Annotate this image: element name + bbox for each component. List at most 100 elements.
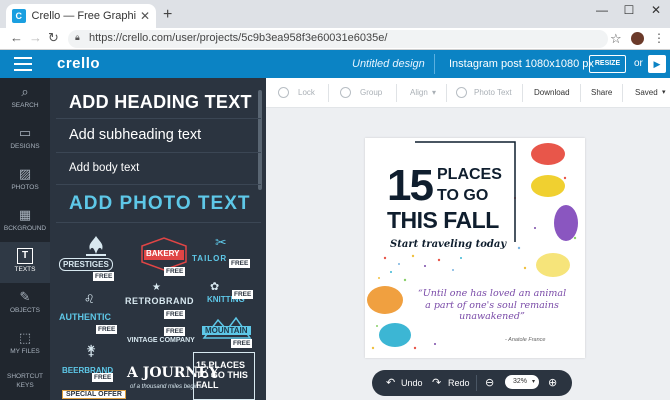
pet-purple — [554, 205, 578, 241]
group-button[interactable]: Group — [360, 88, 382, 97]
browser-menu-icon[interactable]: ⋮ — [653, 31, 665, 45]
divider — [580, 84, 581, 102]
quote-author[interactable]: - Anatole France — [505, 337, 545, 343]
free-badge: FREE — [164, 327, 186, 336]
crello-logo[interactable]: crello — [57, 55, 100, 72]
title-line-2[interactable]: TO GO — [437, 187, 488, 205]
lock-icon — [278, 87, 289, 98]
free-badge: FREE — [96, 325, 118, 334]
tab-title: Crello — Free Graphic Design So — [31, 10, 136, 22]
photo-text-button[interactable]: Photo Text — [474, 88, 512, 97]
profile-avatar[interactable] — [631, 32, 644, 45]
objects-icon: ✎ — [19, 289, 31, 304]
browser-tab-bar: C Crello — Free Graphic Design So ✕ + — … — [0, 0, 670, 28]
browser-tab[interactable]: C Crello — Free Graphic Design So ✕ — [6, 4, 156, 28]
new-tab-icon[interactable]: + — [163, 6, 172, 24]
pet-yellow — [531, 175, 565, 197]
lock-icon: 🔒︎ — [75, 32, 80, 42]
bottom-toolbar: ↶ Undo ↷ Redo ⊖ ⊕ — [372, 370, 572, 396]
share-button[interactable]: Share — [591, 88, 612, 97]
title-line-3[interactable]: THIS FALL — [387, 208, 499, 232]
divider — [622, 84, 623, 102]
yarn-icon: ✿ — [210, 281, 220, 293]
designs-icon: ▭ — [18, 125, 32, 140]
forward-icon[interactable]: → — [29, 30, 42, 45]
nav-item-photos[interactable]: ▨ PHOTOS — [0, 160, 50, 201]
nav-label: SHORTCUT KEYS — [7, 373, 43, 389]
nav-item-background[interactable]: ▦ BCKGROUND — [0, 201, 50, 242]
reload-icon[interactable]: ↻ — [48, 30, 59, 46]
minimize-icon[interactable]: — — [592, 3, 612, 17]
pet-red — [531, 143, 565, 165]
undo-button[interactable]: Undo — [401, 378, 423, 388]
hamburger-menu-icon[interactable] — [14, 57, 32, 71]
free-badge: FREE — [232, 290, 254, 299]
divider — [476, 375, 477, 391]
zoom-value: 32% — [513, 378, 528, 385]
template-text: MOUNTAIN — [202, 326, 251, 335]
back-icon[interactable]: ← — [10, 30, 23, 45]
add-heading-text[interactable]: ADD HEADING TEXT — [69, 92, 252, 113]
add-subheading-text[interactable]: Add subheading text — [69, 127, 201, 143]
app-top-bar: crello Untitled design Instagram post 10… — [0, 50, 670, 78]
bookmark-star-icon[interactable]: ☆ — [610, 31, 622, 47]
left-nav: ⌕ SEARCH ▭ DESIGNS ▨ PHOTOS ▦ BCKGROUND … — [0, 78, 50, 400]
chevron-down-icon: ▾ — [531, 379, 535, 385]
design-artboard[interactable]: 15 PLACES TO GO THIS FALL Start travelin… — [365, 138, 585, 358]
lock-button[interactable]: Lock — [298, 88, 315, 97]
title-line-1[interactable]: PLACES — [437, 166, 502, 184]
nav-item-designs[interactable]: ▭ DESIGNS — [0, 119, 50, 160]
panel-scrollbar[interactable] — [258, 90, 262, 190]
free-badge: FREE — [164, 310, 186, 319]
or-label: or — [634, 58, 643, 69]
play-animation-icon[interactable]: ▶ — [648, 55, 666, 73]
nav-label: OBJECTS — [10, 307, 40, 314]
nav-item-shortcut-keys[interactable]: SHORTCUT KEYS — [0, 370, 50, 400]
resize-button[interactable]: RESIZE — [589, 55, 626, 73]
document-title[interactable]: Untitled design — [352, 58, 425, 70]
nav-label: PHOTOS — [11, 184, 39, 191]
template-text: AUTHENTIC — [59, 312, 111, 322]
redo-button[interactable]: Redo — [448, 378, 470, 388]
divider — [56, 184, 261, 185]
template-text: RETROBRAND — [125, 296, 194, 306]
nav-item-objects[interactable]: ✎ OBJECTS — [0, 283, 50, 324]
wheat-icon: ⚵ — [86, 342, 97, 358]
url-text[interactable]: https://crello.com/user/projects/5c9b3ea… — [89, 32, 387, 44]
close-tab-icon[interactable]: ✕ — [140, 9, 150, 23]
add-photo-text[interactable]: ADD PHOTO TEXT — [69, 193, 251, 215]
template-text: 15 PLACES TO GO THIS FALL — [196, 360, 248, 390]
free-badge: FREE — [164, 267, 186, 276]
template-text: VINTAGE COMPANY — [127, 337, 195, 344]
maximize-icon[interactable]: ☐ — [619, 3, 639, 17]
divider — [56, 152, 261, 153]
photo-text-icon — [456, 87, 467, 98]
undo-icon[interactable]: ↶ — [386, 376, 395, 389]
free-badge: FREE — [93, 272, 115, 281]
zoom-select[interactable]: 32% ▾ — [505, 375, 539, 389]
divider — [56, 118, 261, 119]
texts-icon: T — [17, 248, 33, 264]
quote-text[interactable]: “Until one has loved an animal a part of… — [417, 288, 567, 323]
address-bar: ← → ↻ 🔒︎ https://crello.com/user/project… — [0, 28, 670, 50]
editor-toolbar: Lock Group Align ▾ Photo Text Download S… — [266, 78, 670, 108]
nav-label: TEXTS — [14, 266, 36, 273]
star-icon: ★ — [152, 282, 161, 293]
align-button[interactable]: Align — [410, 88, 428, 97]
nav-item-my-files[interactable]: ⬚ MY FILES — [0, 324, 50, 365]
nav-label: DESIGNS — [10, 143, 40, 150]
nav-item-search[interactable]: ⌕ SEARCH — [0, 78, 50, 119]
files-icon: ⬚ — [18, 330, 32, 345]
zoom-in-icon[interactable]: ⊕ — [548, 376, 557, 389]
download-button[interactable]: Download — [534, 88, 570, 97]
script-subtitle[interactable]: Start traveling today — [390, 239, 506, 250]
redo-icon[interactable]: ↷ — [432, 376, 441, 389]
add-body-text[interactable]: Add body text — [69, 162, 139, 174]
window-close-icon[interactable]: ✕ — [646, 3, 666, 17]
divider — [446, 84, 447, 102]
nav-item-texts[interactable]: T TEXTS — [0, 242, 50, 283]
zoom-out-icon[interactable]: ⊖ — [485, 376, 494, 389]
free-badge: FREE — [92, 373, 114, 382]
chevron-down-icon[interactable]: ▾ — [662, 88, 666, 96]
title-number[interactable]: 15 — [387, 164, 434, 208]
